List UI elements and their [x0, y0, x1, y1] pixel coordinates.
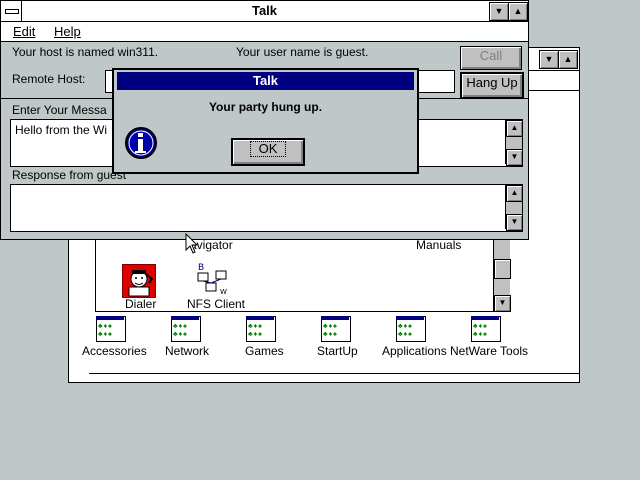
- netware-tools-group-label[interactable]: NetWare Tools: [450, 344, 528, 358]
- pm-minimize-button[interactable]: ▼: [539, 50, 559, 69]
- network-group-icon[interactable]: ♣♦♠ ♣♦♠: [171, 316, 201, 342]
- dialer-face-graphic: [128, 270, 154, 297]
- inner-scroll-down-arrow[interactable]: ▼: [494, 295, 511, 312]
- dialog-message: Your party hung up.: [208, 100, 323, 114]
- message-scroll-down-arrow[interactable]: ▼: [506, 149, 523, 166]
- pm-maximize-button[interactable]: ▲: [558, 50, 578, 69]
- accessories-group-label[interactable]: Accessories: [82, 344, 147, 358]
- mouse-cursor-icon: [185, 233, 199, 254]
- hangup-button[interactable]: Hang Up: [460, 72, 524, 99]
- response-scroll-up-arrow[interactable]: ▲: [506, 185, 523, 202]
- applications-group-icon[interactable]: ♣♦♠ ♣♦♠: [396, 316, 426, 342]
- network-group-label[interactable]: Network: [165, 344, 209, 358]
- menu-edit[interactable]: Edit: [13, 24, 35, 39]
- response-output[interactable]: ▲ ▼: [10, 184, 523, 232]
- nfs-client-graphic: B W: [197, 263, 227, 296]
- accessories-group-bar: [96, 316, 124, 320]
- talk-caption[interactable]: Talk: [1, 1, 528, 22]
- talk-maximize-button[interactable]: ▲: [508, 2, 528, 21]
- netware-tools-group-icon[interactable]: ♣♦♠ ♣♦♠: [471, 316, 501, 342]
- host-info-text: Your host is named win311.: [12, 45, 159, 59]
- message-text: Hello from the Wi: [15, 123, 108, 137]
- response-label: Response from guest: [12, 168, 127, 182]
- talk-minimize-button[interactable]: ▼: [489, 2, 509, 21]
- inner-group-window[interactable]: avigator Manuals Dialer B W NFS Client ▼: [95, 230, 511, 312]
- user-info-text: Your user name is guest.: [236, 45, 369, 59]
- nfs-client-icon[interactable]: B W: [196, 261, 230, 296]
- talk-system-menu-button[interactable]: [1, 1, 22, 21]
- response-scroll-down-arrow[interactable]: ▼: [506, 214, 523, 231]
- menu-help[interactable]: Help: [54, 24, 81, 39]
- system-menu-icon: [5, 9, 19, 14]
- message-scroll-up-arrow[interactable]: ▲: [506, 120, 523, 137]
- manuals-item-label[interactable]: Manuals: [416, 238, 461, 252]
- games-group-label[interactable]: Games: [245, 344, 284, 358]
- nfs-client-item-label[interactable]: NFS Client: [187, 297, 245, 311]
- applications-group-label[interactable]: Applications: [382, 344, 447, 358]
- talk-menubar: Edit Help: [1, 22, 528, 42]
- inner-scroll-thumb[interactable]: [494, 259, 511, 279]
- talk-window-title: Talk: [251, 3, 278, 18]
- message-scrollbar[interactable]: ▲ ▼: [505, 120, 523, 166]
- message-label: Enter Your Messa: [12, 103, 107, 117]
- info-icon: [124, 126, 158, 160]
- info-icon-graphic: [125, 127, 157, 159]
- games-group-cells: ♣♦♠ ♣♦♠: [248, 323, 263, 338]
- hangup-dialog[interactable]: Talk Your party hung up. OK: [112, 68, 419, 174]
- network-group-bar: [171, 316, 199, 320]
- dialog-titlebar[interactable]: Talk: [117, 72, 414, 90]
- ok-button[interactable]: OK: [231, 138, 305, 166]
- netware-tools-group-cells: ♣♦♠ ♣♦♠: [473, 323, 488, 338]
- response-scrollbar[interactable]: ▲ ▼: [505, 185, 523, 231]
- dialog-title: Talk: [252, 73, 279, 88]
- startup-group-label[interactable]: StartUp: [317, 344, 358, 358]
- call-button[interactable]: Call: [460, 46, 522, 70]
- svg-text:W: W: [220, 288, 227, 295]
- dialer-item-label[interactable]: Dialer: [125, 297, 156, 311]
- ok-button-label: OK: [249, 141, 287, 157]
- games-group-bar: [246, 316, 274, 320]
- startup-group-icon[interactable]: ♣♦♠ ♣♦♠: [321, 316, 351, 342]
- games-group-icon[interactable]: ♣♦♠ ♣♦♠: [246, 316, 276, 342]
- startup-group-bar: [321, 316, 349, 320]
- hangup-button-label: Hang Up: [466, 75, 518, 90]
- inner-group-scrollbar[interactable]: ▼: [493, 231, 511, 312]
- accessories-group-icon[interactable]: ♣♦♠ ♣♦♠: [96, 316, 126, 342]
- svg-text:B: B: [198, 263, 204, 273]
- accessories-group-cells: ♣♦♠ ♣♦♠: [98, 323, 113, 338]
- applications-group-cells: ♣♦♠ ♣♦♠: [398, 323, 413, 338]
- remote-host-label: Remote Host:: [12, 72, 86, 86]
- applications-group-bar: [396, 316, 424, 320]
- netware-tools-group-bar: [471, 316, 499, 320]
- call-button-label: Call: [479, 48, 503, 63]
- startup-group-cells: ♣♦♠ ♣♦♠: [323, 323, 338, 338]
- dialer-icon[interactable]: [122, 264, 156, 298]
- network-group-cells: ♣♦♠ ♣♦♠: [173, 323, 188, 338]
- pm-bottom-divider: [89, 373, 579, 374]
